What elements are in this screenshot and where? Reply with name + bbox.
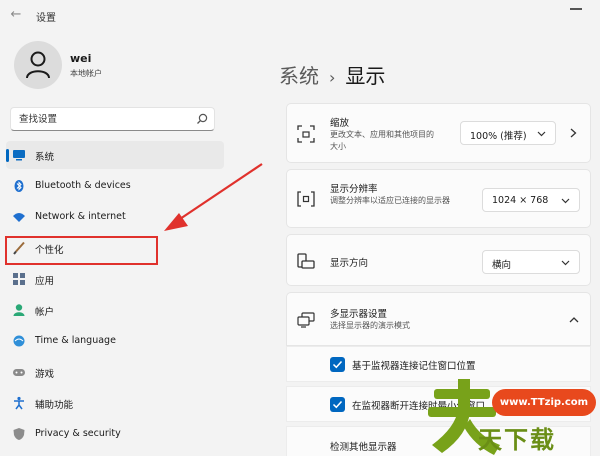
globe-clock-icon xyxy=(13,335,25,347)
detect-other-displays-label: 检测其他显示器 xyxy=(330,442,397,453)
orientation-value: 横向 xyxy=(492,260,512,271)
scale-title: 缩放 xyxy=(330,118,350,129)
sidebar-item-accounts[interactable]: 帐户 xyxy=(6,296,224,324)
gamepad-icon xyxy=(13,369,25,376)
person-avatar-icon xyxy=(26,51,50,79)
scale-dropdown[interactable]: 100% (推荐) xyxy=(460,121,556,145)
wifi-icon xyxy=(13,213,25,222)
sidebar-item-network[interactable]: Network & internet xyxy=(6,203,224,231)
scale-description: 更改文本、应用和其他项目的大小 xyxy=(330,130,434,151)
sidebar-item-label: 帐户 xyxy=(35,307,55,318)
scale-icon xyxy=(297,125,315,143)
page-title: 显示 xyxy=(345,64,386,88)
sidebar-item-accessibility[interactable]: 辅助功能 xyxy=(6,389,224,417)
multiple-displays-description: 选择显示器的演示模式 xyxy=(330,321,410,330)
watermark-text: 天下载 xyxy=(478,426,556,454)
chevron-up-icon[interactable] xyxy=(569,315,579,324)
sidebar-item-label: 辅助功能 xyxy=(35,400,74,411)
window-title: 设置 xyxy=(36,13,56,24)
breadcrumb-separator: › xyxy=(329,68,336,87)
avatar xyxy=(14,41,62,89)
resolution-description: 调整分辨率以适应已连接的显示器 xyxy=(330,196,450,205)
apps-icon xyxy=(13,273,25,285)
sidebar-item-bluetooth[interactable]: Bluetooth & devices xyxy=(6,172,224,200)
multiple-displays-card[interactable]: 多显示器设置 选择显示器的演示模式 xyxy=(286,292,591,346)
sidebar-item-label: Time & language xyxy=(35,335,116,346)
resolution-title: 显示分辨率 xyxy=(330,184,378,195)
multiple-displays-title: 多显示器设置 xyxy=(330,309,388,320)
bluetooth-icon xyxy=(14,180,24,192)
search-input[interactable] xyxy=(11,108,191,130)
orientation-icon xyxy=(297,253,315,269)
sidebar-item-apps[interactable]: 应用 xyxy=(6,265,224,293)
person-icon xyxy=(13,304,25,316)
minimize-icon[interactable] xyxy=(570,8,582,10)
resolution-setting-card: 显示分辨率 调整分辨率以适应已连接的显示器 1024 × 768 xyxy=(286,169,591,228)
sidebar-item-label: Bluetooth & devices xyxy=(35,180,131,191)
annotation-highlight-box xyxy=(5,236,158,265)
chevron-down-icon xyxy=(561,260,570,266)
search-icon[interactable] xyxy=(196,113,208,125)
sidebar-item-privacy[interactable]: Privacy & security xyxy=(6,420,224,448)
shield-icon xyxy=(13,428,25,440)
search-box[interactable] xyxy=(10,107,215,131)
sidebar-item-label: 系统 xyxy=(35,152,55,163)
sidebar-item-label: Privacy & security xyxy=(35,428,121,439)
active-indicator xyxy=(6,149,9,162)
remember-window-positions-label: 基于监视器连接记住窗口位置 xyxy=(352,361,476,372)
resolution-icon xyxy=(297,191,315,207)
back-arrow-icon[interactable]: ← xyxy=(8,7,24,23)
chevron-down-icon xyxy=(561,198,570,204)
checkmark-icon xyxy=(332,400,343,409)
sidebar-item-label: 游戏 xyxy=(35,369,55,380)
minimize-on-disconnect-checkbox[interactable] xyxy=(330,397,345,412)
account-type: 本地帐户 xyxy=(70,69,102,78)
orientation-title: 显示方向 xyxy=(330,258,369,269)
remember-window-positions-checkbox[interactable] xyxy=(330,357,345,372)
watermark-site-badge: www.TTzip.com xyxy=(492,389,596,416)
chevron-down-icon xyxy=(537,131,546,137)
user-name: wei xyxy=(70,52,92,65)
sidebar-item-time-language[interactable]: Time & language xyxy=(6,327,224,355)
sidebar-item-label: 应用 xyxy=(35,276,55,287)
accessibility-icon xyxy=(14,396,24,410)
chevron-right-icon[interactable] xyxy=(569,128,578,138)
scale-value: 100% (推荐) xyxy=(470,131,527,142)
resolution-value: 1024 × 768 xyxy=(492,195,549,206)
orientation-setting-card: 显示方向 横向 xyxy=(286,234,591,286)
sidebar-item-system[interactable]: 系统 xyxy=(6,141,224,169)
title-bar: ← 设置 xyxy=(0,0,600,30)
orientation-dropdown[interactable]: 横向 xyxy=(482,250,580,274)
checkmark-icon xyxy=(332,360,343,369)
breadcrumb: 系统 › 显示 xyxy=(279,60,385,89)
breadcrumb-parent[interactable]: 系统 xyxy=(279,64,319,88)
scale-setting-card: 缩放 更改文本、应用和其他项目的大小 100% (推荐) xyxy=(286,103,591,163)
resolution-dropdown[interactable]: 1024 × 768 xyxy=(482,188,580,212)
multiple-displays-icon xyxy=(297,312,315,328)
sidebar-item-label: Network & internet xyxy=(35,211,126,222)
sidebar-item-gaming[interactable]: 游戏 xyxy=(6,358,224,386)
monitor-icon xyxy=(13,150,25,161)
